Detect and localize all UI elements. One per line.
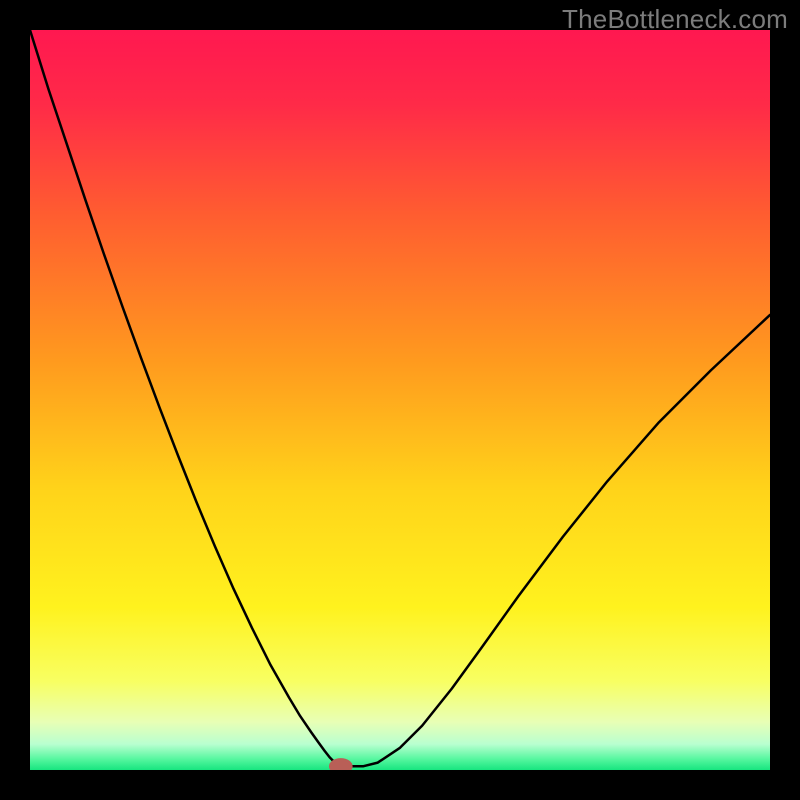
- chart-container: TheBottleneck.com: [0, 0, 800, 800]
- bottleneck-chart-svg: [30, 30, 770, 770]
- watermark-text: TheBottleneck.com: [562, 4, 788, 35]
- plot-area: [30, 30, 770, 770]
- gradient-background: [30, 30, 770, 770]
